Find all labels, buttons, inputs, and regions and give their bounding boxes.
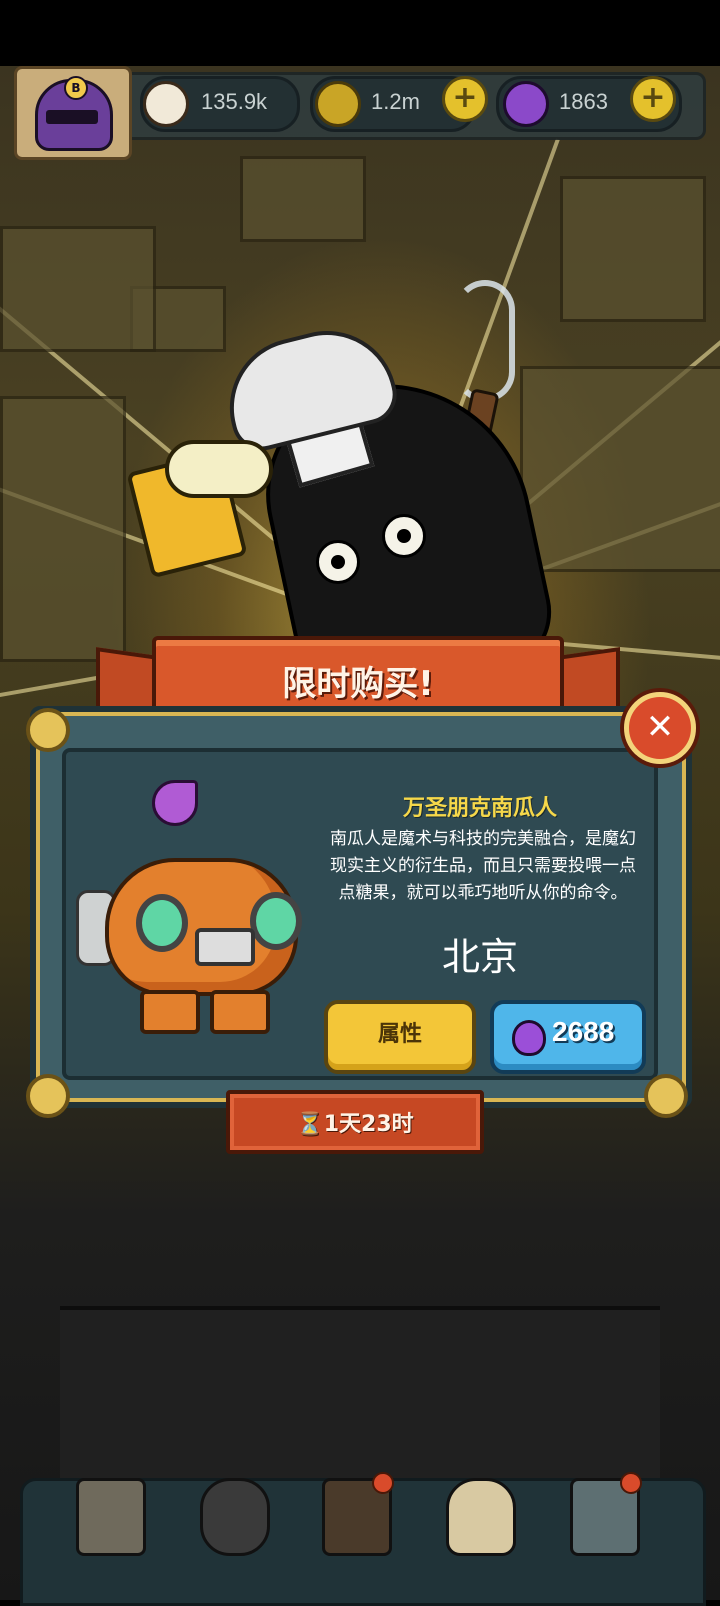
banner-title: 限时购买! [282,664,434,704]
potion-icon [512,1020,546,1056]
nav-book[interactable] [312,1470,396,1570]
add-potions-button[interactable]: + [630,76,676,122]
eyeball-count: 135.9k [201,89,268,114]
potion-count: 1863 [559,89,608,114]
nav-shop[interactable] [66,1470,150,1570]
item-name: 万圣朋克南瓜人 [402,796,557,821]
attributes-button[interactable]: 属性 [324,1000,476,1074]
bag-icon [446,1478,516,1556]
dialog-corner-ornament [26,1074,70,1118]
close-icon: ✕ [645,707,675,747]
purchase-button[interactable]: 2688 [490,1000,646,1074]
close-button[interactable]: ✕ [624,692,696,764]
timer-label: 1天23时 [323,1112,414,1137]
monster-icon [200,1478,270,1556]
price-label: 2688 [552,1016,615,1047]
nav-monsters[interactable] [190,1470,274,1570]
eyeball-icon [143,81,189,127]
dialog-corner-ornament [26,708,70,752]
potion-icon [503,81,549,127]
item-description: 南瓜人是魔术与科技的完美融合，是魔幻现实主义的衍生品，而且只需要投喂一点点糖果，… [330,829,636,903]
shop-icon [76,1478,146,1556]
dialog-corner-ornament [644,1074,688,1118]
eyeball-counter: 135.9k [140,76,300,132]
add-coins-button[interactable]: + [442,76,488,122]
coin-count: 1.2m [371,89,420,114]
offer-timer: ⏳1天23时 [226,1090,484,1154]
resource-bar: B 135.9k 1.2m + 1863 + [0,66,720,160]
hourglass-icon: ⏳ [296,1112,324,1137]
coin-icon [315,81,361,127]
nav-bag[interactable] [436,1470,520,1570]
player-avatar[interactable]: B [14,66,132,160]
nav-menu[interactable] [560,1470,644,1570]
item-location-text: 北京 [441,935,518,979]
